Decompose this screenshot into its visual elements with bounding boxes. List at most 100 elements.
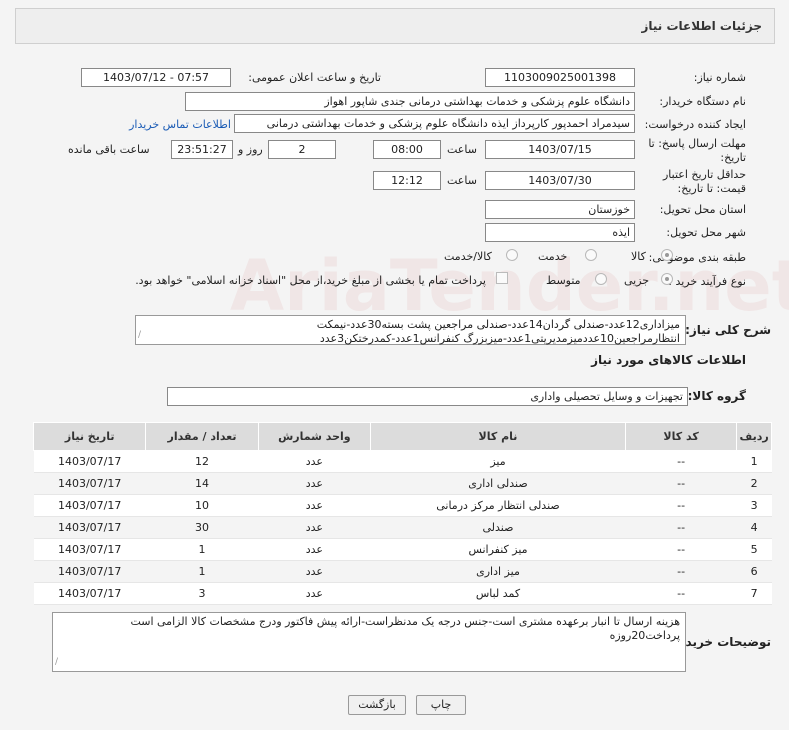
need-number-field: 1103009025001398 — [485, 68, 635, 87]
creator-label: ایجاد کننده درخواست: — [644, 118, 746, 131]
items-table: ردیف کد کالا نام کالا واحد شمارش تعداد /… — [32, 422, 772, 605]
col-header-row-number: ردیف — [736, 422, 772, 451]
goods-group-label: گروه کالا: — [687, 389, 746, 403]
province-label: استان محل تحویل: — [659, 203, 746, 216]
city-field: ایذه — [485, 223, 635, 242]
validity-date-field: 1403/07/30 — [485, 171, 635, 190]
announce-label: تاریخ و ساعت اعلان عمومی: — [248, 71, 381, 84]
table-header-row: ردیف کد کالا نام کالا واحد شمارش تعداد /… — [32, 422, 772, 451]
goods-group-field: تجهیزات و وسایل تحصیلی واداری — [167, 387, 688, 406]
buyer-notes-text: هزینه ارسال تا انبار برعهده مشتری است-جن… — [130, 615, 680, 642]
contact-buyer-link[interactable]: اطلاعات تماس خریدار — [129, 118, 231, 131]
send-deadline-label: مهلت ارسال پاسخ: تا تاریخ: — [648, 137, 746, 164]
cell-name: صندلی — [370, 516, 626, 539]
col-header-unit: واحد شمارش — [257, 422, 372, 451]
cell-unit: عدد — [258, 560, 371, 583]
payment-note: پرداخت تمام یا بخشی از مبلغ خرید،از محل … — [135, 274, 486, 287]
category-radio-service[interactable] — [585, 249, 597, 261]
remaining-time-field: 23:51:27 — [171, 140, 233, 159]
send-time-label: ساعت — [447, 143, 477, 156]
cell-unit: عدد — [258, 450, 371, 473]
resize-handle-icon[interactable]: ∕ — [55, 655, 58, 669]
cell-date: 1403/07/17 — [33, 582, 146, 605]
treasury-checkbox[interactable] — [496, 272, 508, 284]
cell-code: -- — [625, 582, 737, 605]
cell-quantity: 3 — [145, 582, 259, 605]
cell-code: -- — [625, 494, 737, 517]
category-option-goods: کالا — [631, 250, 646, 263]
announce-field: 1403/07/12 - 07:57 — [81, 68, 231, 87]
category-option-service: خدمت — [538, 250, 568, 263]
cell-code: -- — [625, 560, 737, 583]
table-row: 2 -- صندلی اداری عدد 14 1403/07/17 — [33, 472, 772, 495]
table-row: 4 -- صندلی عدد 30 1403/07/17 — [33, 516, 772, 539]
table-row: 1 -- میز عدد 12 1403/07/17 — [33, 450, 772, 473]
buyer-org-field: دانشگاه علوم پزشکی و خدمات بهداشتی درمان… — [185, 92, 635, 111]
cell-date: 1403/07/17 — [33, 516, 146, 539]
category-radio-goods[interactable] — [661, 249, 673, 261]
send-date-field: 1403/07/15 — [485, 140, 635, 159]
send-time-field: 08:00 — [373, 140, 441, 159]
validity-label: حداقل تاریخ اعتبار قیمت: تا تاریخ: — [662, 168, 746, 195]
table-row: 7 -- کمد لباس عدد 3 1403/07/17 — [33, 582, 772, 605]
province-field: خوزستان — [485, 200, 635, 219]
header-panel: جزئیات اطلاعات نیاز — [15, 8, 775, 44]
col-header-name: نام کالا — [370, 422, 626, 451]
cell-quantity: 14 — [145, 472, 259, 495]
cell-quantity: 12 — [145, 450, 259, 473]
cell-date: 1403/07/17 — [33, 450, 146, 473]
cell-row-number: 4 — [736, 516, 772, 539]
days-field: 2 — [268, 140, 336, 159]
table-row: 3 -- صندلی انتظار مرکز درمانی عدد 10 140… — [33, 494, 772, 517]
cell-quantity: 10 — [145, 494, 259, 517]
cell-date: 1403/07/17 — [33, 560, 146, 583]
cell-row-number: 7 — [736, 582, 772, 605]
cell-unit: عدد — [258, 494, 371, 517]
city-label: شهر محل تحویل: — [666, 226, 746, 239]
cell-date: 1403/07/17 — [33, 538, 146, 561]
col-header-quantity: تعداد / مقدار — [145, 422, 259, 451]
cell-row-number: 3 — [736, 494, 772, 517]
purchase-radio-medium[interactable] — [595, 273, 607, 285]
cell-name: میز — [370, 450, 626, 473]
cell-date: 1403/07/17 — [33, 494, 146, 517]
summary-field: میزاداری12عدد-صندلی گردان14عدد-صندلی مرا… — [135, 315, 686, 345]
cell-name: میز کنفرانس — [370, 538, 626, 561]
cell-quantity: 1 — [145, 538, 259, 561]
col-header-code: کد کالا — [624, 422, 738, 451]
cell-name: صندلی انتظار مرکز درمانی — [370, 494, 626, 517]
cell-code: -- — [625, 516, 737, 539]
resize-handle-icon[interactable]: ∕ — [138, 328, 141, 342]
page-title: جزئیات اطلاعات نیاز — [641, 19, 762, 33]
cell-quantity: 30 — [145, 516, 259, 539]
cell-name: کمد لباس — [370, 582, 626, 605]
cell-row-number: 6 — [736, 560, 772, 583]
cell-row-number: 1 — [736, 450, 772, 473]
cell-name: صندلی اداری — [370, 472, 626, 495]
category-radio-both[interactable] — [506, 249, 518, 261]
print-button[interactable]: چاپ — [416, 695, 466, 715]
validity-time-field: 12:12 — [373, 171, 441, 190]
purchase-type-label: نوع فرآیند خرید : — [668, 275, 746, 288]
cell-unit: عدد — [258, 472, 371, 495]
col-header-date: تاریخ نیاز — [32, 422, 147, 451]
cell-row-number: 2 — [736, 472, 772, 495]
cell-name: میز اداری — [370, 560, 626, 583]
summary-label: شرح کلی نیاز: — [685, 323, 771, 337]
purchase-radio-minor[interactable] — [661, 273, 673, 285]
cell-row-number: 5 — [736, 538, 772, 561]
summary-text: میزاداری12عدد-صندلی گردان14عدد-صندلی مرا… — [316, 318, 680, 345]
cell-code: -- — [625, 450, 737, 473]
back-button[interactable]: بازگشت — [348, 695, 406, 715]
buyer-org-label: نام دستگاه خریدار: — [659, 95, 746, 108]
need-number-label: شماره نیاز: — [693, 71, 746, 84]
category-option-both: کالا/خدمت — [444, 250, 492, 263]
validity-time-label: ساعت — [447, 174, 477, 187]
cell-unit: عدد — [258, 582, 371, 605]
cell-unit: عدد — [258, 516, 371, 539]
table-row: 5 -- میز کنفرانس عدد 1 1403/07/17 — [33, 538, 772, 561]
buyer-notes-field: هزینه ارسال تا انبار برعهده مشتری است-جن… — [52, 612, 686, 672]
goods-info-title: اطلاعات کالاهای مورد نیاز — [591, 353, 746, 367]
cell-unit: عدد — [258, 538, 371, 561]
purchase-option-minor: جزیی — [624, 274, 650, 287]
